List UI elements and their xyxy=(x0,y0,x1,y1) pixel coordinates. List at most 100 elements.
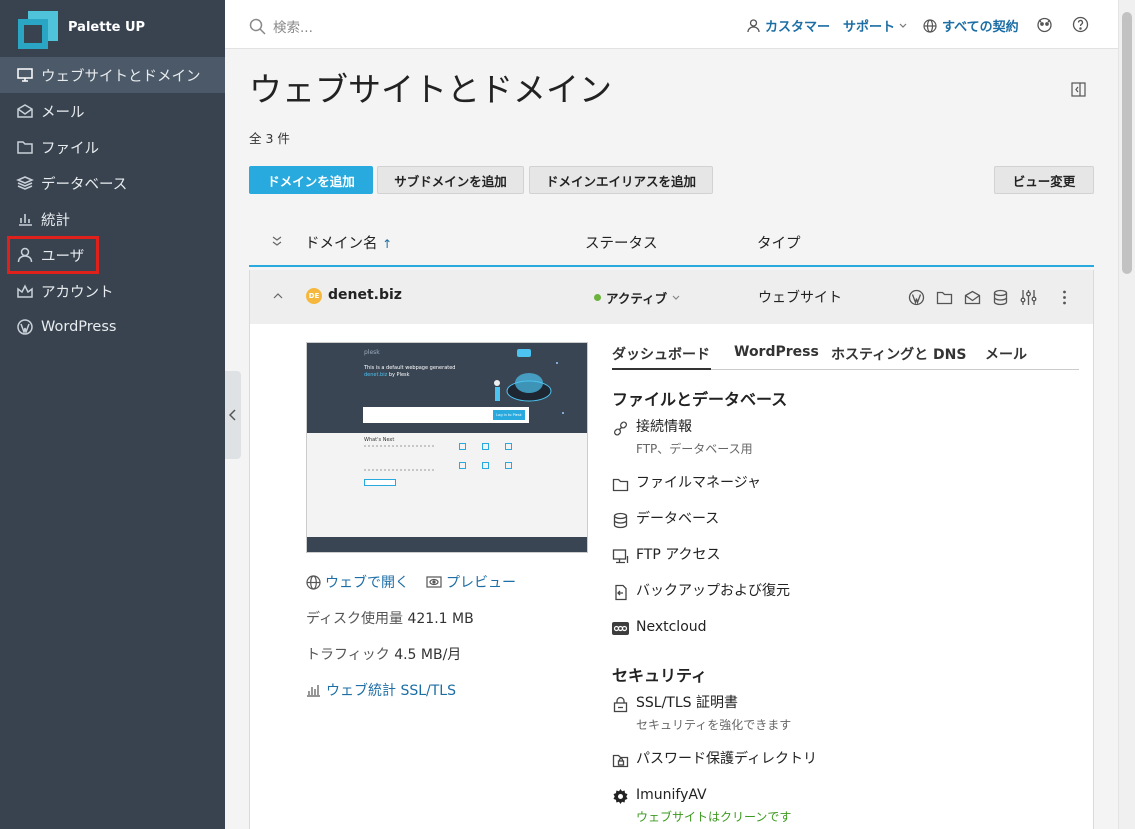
preview-button xyxy=(364,479,396,486)
mail-icon xyxy=(16,102,34,120)
preview-heading: This is a default webpage generated dene… xyxy=(364,365,474,379)
more-options-icon[interactable] xyxy=(1056,289,1073,306)
section-files-databases: ファイルとデータベース xyxy=(612,390,788,409)
settings-sliders-icon[interactable] xyxy=(1020,289,1037,306)
add-domain-button[interactable]: ドメインを追加 xyxy=(249,166,373,194)
tool-databases[interactable]: データベース xyxy=(612,510,719,529)
chevron-down-icon xyxy=(672,295,680,301)
mail-icon[interactable] xyxy=(964,289,981,306)
table-row[interactable]: DE denet.biz アクティブ ウェブサイト xyxy=(249,270,1094,324)
sidebar-item-label: メール xyxy=(41,104,85,121)
domain-details: plesk This is a default webpage generate… xyxy=(249,324,1094,829)
wordpress-icon[interactable] xyxy=(908,289,925,306)
tool-password-protected-dirs[interactable]: パスワード保護ディレクトリ xyxy=(612,750,817,769)
website-links: ウェブで開く プレビュー xyxy=(306,572,516,592)
tool-label: ImunifyAV xyxy=(636,787,707,803)
open-in-web-link[interactable]: ウェブで開く xyxy=(325,572,409,592)
all-subscriptions-link[interactable]: すべての契約 xyxy=(923,16,1019,35)
tab-mail[interactable]: メール xyxy=(985,344,1027,370)
link-icon xyxy=(612,420,629,437)
sidebar-item-label: アカウント xyxy=(41,284,114,301)
sidebar-item-statistics[interactable]: 統計 xyxy=(0,201,225,237)
tab-wordpress[interactable]: WordPress xyxy=(734,344,819,370)
sidebar-item-label: WordPress xyxy=(41,319,117,335)
customer-support-menu[interactable]: カスタマー サポート xyxy=(747,16,907,35)
domain-name[interactable]: denet.biz xyxy=(328,287,402,303)
web-stats-link[interactable]: ウェブ統計 SSL/TLS xyxy=(326,680,456,700)
logo-icon[interactable] xyxy=(18,11,58,49)
preview-heading-suffix: by Plesk xyxy=(388,372,410,378)
domain-tabs: ダッシュボード WordPress ホスティングと DNS メール xyxy=(612,344,1079,370)
disk-usage-value: 421.1 MB xyxy=(407,611,474,627)
status-label: アクティブ xyxy=(606,291,668,306)
sort-arrow-icon: ↑ xyxy=(382,237,393,251)
table-header: ドメイン名 ↑ ステータス タイプ xyxy=(249,219,1094,267)
column-status[interactable]: ステータス xyxy=(585,232,658,253)
database-icon[interactable] xyxy=(992,289,1009,306)
status-badge[interactable]: アクティブ xyxy=(594,288,680,307)
collapse-row-icon[interactable] xyxy=(273,292,283,300)
sidebar-item-files[interactable]: ファイル xyxy=(0,129,225,165)
tool-label: バックアップおよび復元 xyxy=(636,583,790,599)
tool-nextcloud[interactable]: Nextcloud xyxy=(612,618,707,637)
tool-label: SSL/TLS 証明書 xyxy=(636,695,738,711)
user-icon xyxy=(747,18,760,33)
chart-icon xyxy=(306,683,321,697)
expand-all-icon[interactable] xyxy=(272,235,282,247)
preview-text-block xyxy=(364,445,434,471)
tool-label: ファイルマネージャ xyxy=(636,475,762,491)
backup-icon xyxy=(612,584,629,601)
database-icon xyxy=(612,512,629,529)
tool-connection-info[interactable]: 接続情報 FTP、データベース用 xyxy=(612,418,753,457)
globe-icon xyxy=(306,574,321,590)
sidebar-nav: ウェブサイトとドメイン メール ファイル データベース 統計 ユーザ アカウント xyxy=(0,57,225,345)
add-domain-alias-button[interactable]: ドメインエイリアスを追加 xyxy=(529,166,713,194)
domain-badge: DE xyxy=(306,288,322,304)
tool-backup-restore[interactable]: バックアップおよび復元 xyxy=(612,582,790,601)
column-domain-name[interactable]: ドメイン名 ↑ xyxy=(305,232,392,253)
sidebar-item-websites[interactable]: ウェブサイトとドメイン xyxy=(0,57,225,93)
monitor-icon xyxy=(16,66,34,84)
add-subdomain-button[interactable]: サブドメインを追加 xyxy=(377,166,524,194)
scrollbar[interactable] xyxy=(1118,0,1135,829)
page-title: ウェブサイトとドメイン xyxy=(249,70,612,109)
status-dot xyxy=(594,294,601,301)
column-type[interactable]: タイプ xyxy=(757,232,801,253)
website-preview-thumbnail[interactable]: plesk This is a default webpage generate… xyxy=(306,342,588,553)
help-icon[interactable] xyxy=(1072,16,1089,33)
disk-usage: ディスク使用量 421.1 MB xyxy=(306,608,474,628)
traffic-value: 4.5 MB/月 xyxy=(394,647,462,663)
tab-dashboard[interactable]: ダッシュボード xyxy=(612,344,711,370)
eye-icon xyxy=(426,576,442,588)
search-input[interactable]: 検索... xyxy=(249,16,313,36)
search-icon xyxy=(249,18,266,35)
tool-file-manager[interactable]: ファイルマネージャ xyxy=(612,474,761,493)
sidebar-item-label: 統計 xyxy=(41,212,70,229)
tool-status: ウェブサイトはクリーンです xyxy=(636,810,792,824)
preview-link[interactable]: プレビュー xyxy=(446,572,516,592)
tool-ssl-certificates[interactable]: SSL/TLS 証明書 セキュリティを強化できます xyxy=(612,694,791,733)
panel-toggle-icon[interactable] xyxy=(1071,82,1086,97)
sidebar-item-label: データベース xyxy=(41,176,128,193)
sidebar-item-label: ウェブサイトとドメイン xyxy=(41,68,201,85)
tab-hosting-dns[interactable]: ホスティングと DNS xyxy=(831,344,966,370)
gear-icon xyxy=(612,788,629,805)
sidebar-item-mail[interactable]: メール xyxy=(0,93,225,129)
globe-icon xyxy=(923,18,937,33)
ftp-icon xyxy=(612,548,629,565)
preview-illustration xyxy=(494,349,564,414)
sidebar-item-wordpress[interactable]: WordPress xyxy=(0,309,225,345)
sidebar-collapse-button[interactable] xyxy=(225,371,241,459)
tool-ftp-access[interactable]: FTP アクセス xyxy=(612,546,721,565)
sidebar-item-databases[interactable]: データベース xyxy=(0,165,225,201)
profile-avatar-icon[interactable] xyxy=(1036,16,1053,33)
folder-icon[interactable] xyxy=(936,289,953,306)
tool-imunifyav[interactable]: ImunifyAV ウェブサイトはクリーンです xyxy=(612,786,791,825)
sidebar-item-account[interactable]: アカウント xyxy=(0,273,225,309)
change-view-button[interactable]: ビュー変更 xyxy=(994,166,1094,194)
all-subscriptions-label: すべての契約 xyxy=(942,20,1019,35)
scrollbar-thumb[interactable] xyxy=(1122,12,1132,274)
sidebar: Palette UP ウェブサイトとドメイン メール ファイル データベース 統… xyxy=(0,0,225,829)
traffic: トラフィック 4.5 MB/月 xyxy=(306,644,461,664)
nextcloud-icon xyxy=(612,620,629,637)
